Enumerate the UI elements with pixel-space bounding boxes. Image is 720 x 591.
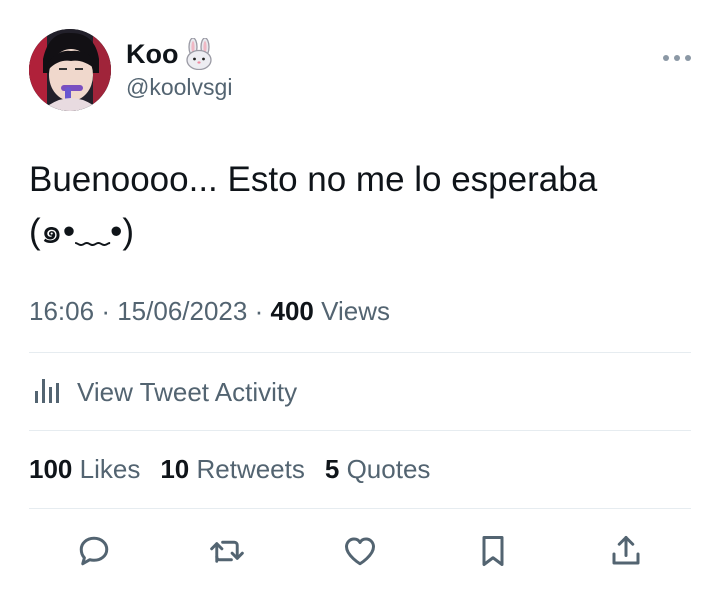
likes-stat[interactable]: 100 Likes xyxy=(29,454,140,485)
view-tweet-activity-label: View Tweet Activity xyxy=(77,377,298,407)
analytics-icon xyxy=(33,375,63,410)
likes-count: 100 xyxy=(29,454,73,484)
retweet-icon[interactable] xyxy=(208,532,246,570)
rabbit-face-icon xyxy=(184,37,214,71)
quotes-label: Quotes xyxy=(346,454,431,484)
author-name-row[interactable]: Koo xyxy=(126,37,214,71)
tweet-meta: 16:06 · 15/06/2023 · 400 Views xyxy=(29,296,390,327)
divider xyxy=(29,430,691,431)
views-label: Views xyxy=(321,296,391,326)
tweet-time[interactable]: 16:06 xyxy=(29,296,94,326)
meta-separator: · xyxy=(101,296,110,326)
tweet-text: Buenoooo... Esto no me lo esperaba (๑•﹏•… xyxy=(29,160,598,251)
avatar[interactable] xyxy=(29,29,111,111)
bookmark-icon[interactable] xyxy=(474,532,512,570)
author-handle[interactable]: @koolvsgi xyxy=(126,74,232,101)
share-icon[interactable] xyxy=(607,532,645,570)
reply-icon[interactable] xyxy=(75,532,113,570)
view-tweet-activity-button[interactable]: View Tweet Activity xyxy=(33,375,297,410)
display-name[interactable]: Koo xyxy=(126,39,178,70)
meta-separator: · xyxy=(254,296,264,326)
quotes-stat[interactable]: 5 Quotes xyxy=(325,454,431,485)
divider xyxy=(29,508,691,509)
retweets-count: 10 xyxy=(160,454,190,484)
tweet-stats: 100 Likes 10 Retweets 5 Quotes xyxy=(29,454,430,485)
likes-label: Likes xyxy=(79,454,141,484)
quotes-count: 5 xyxy=(324,454,340,484)
tweet-date[interactable]: 15/06/2023 xyxy=(117,296,247,326)
divider xyxy=(29,352,691,353)
retweets-stat[interactable]: 10 Retweets xyxy=(160,454,305,485)
views-count: 400 xyxy=(270,296,314,326)
like-icon[interactable] xyxy=(341,532,379,570)
retweets-label: Retweets xyxy=(196,454,305,484)
avatar-image xyxy=(29,29,111,111)
more-options-icon[interactable] xyxy=(663,55,691,61)
